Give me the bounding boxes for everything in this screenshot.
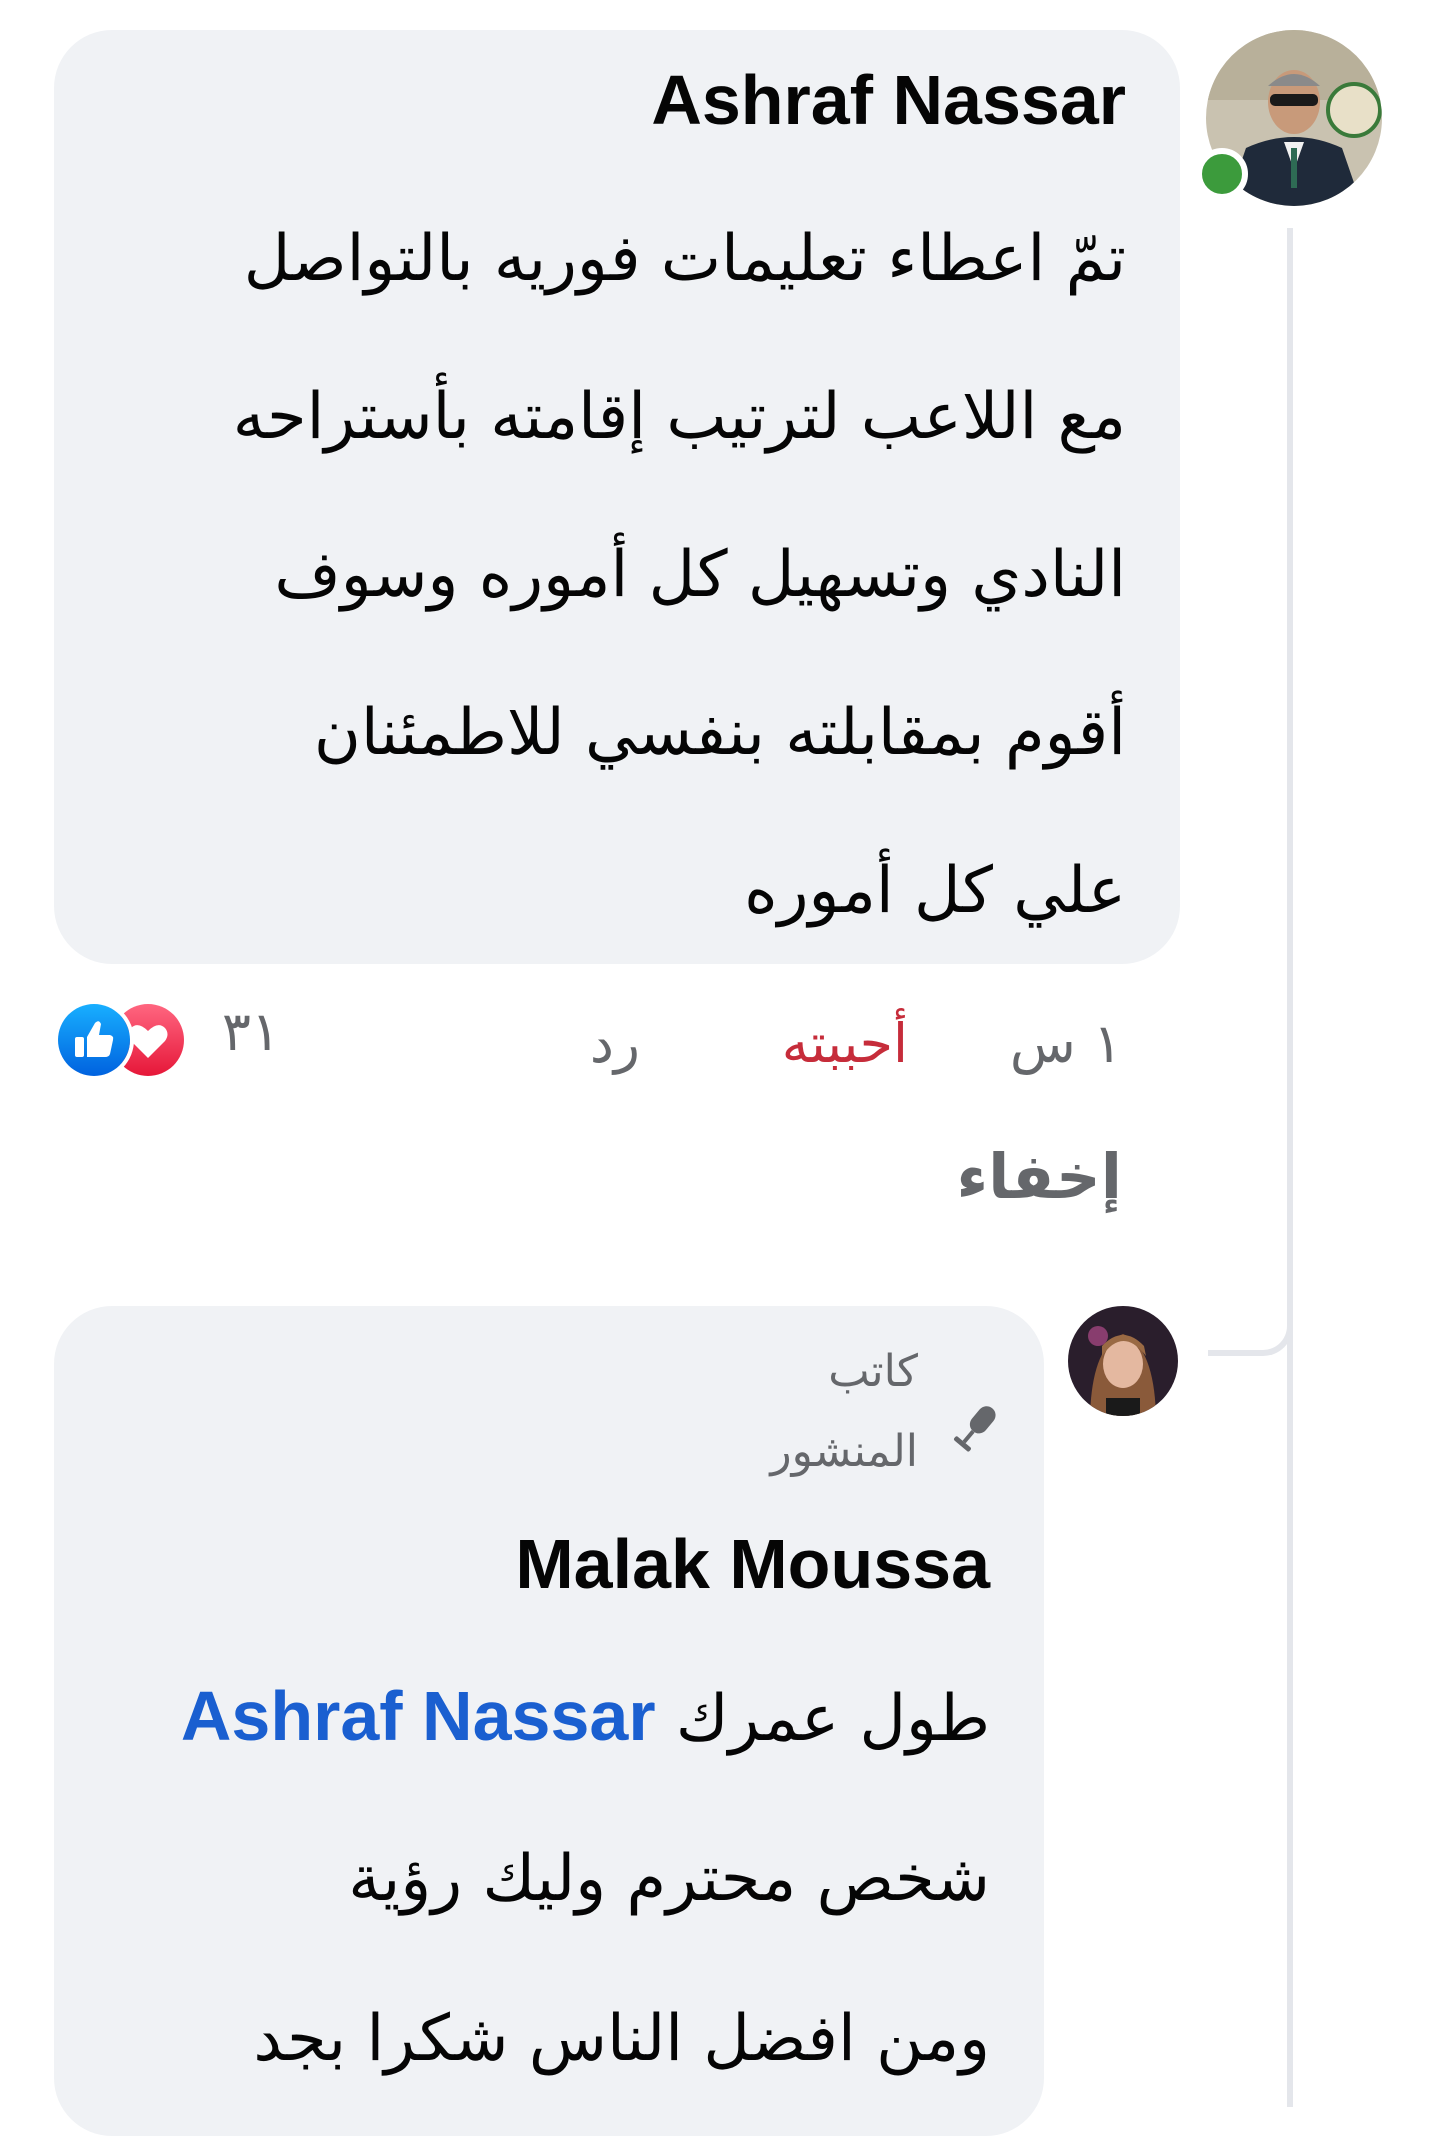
comment-timestamp[interactable]: ١ س <box>1010 1012 1122 1075</box>
reply-line: شخص محترم وليك رؤية <box>348 1842 990 1916</box>
comment-line: أقوم بمقابلته بنفسي للاطمئنان <box>313 696 1126 770</box>
badge-label-line1: كاتب <box>828 1346 918 1397</box>
comment-text: تمّ اعطاء تعليمات فوريه بالتواصل مع اللا… <box>96 180 1126 970</box>
comment-line: تمّ اعطاء تعليمات فوريه بالتواصل <box>243 222 1126 296</box>
comment-actions: ١ س أحببته رد <box>0 1012 1440 1092</box>
author-badge: كاتب المنشور <box>718 1346 996 1496</box>
like-action[interactable]: أحببته <box>782 1012 908 1075</box>
microphone-icon <box>950 1400 1000 1458</box>
reaction-count: ٣١ <box>222 1000 281 1063</box>
like-icon <box>54 1000 134 1080</box>
badge-label-line2: المنشور <box>770 1426 918 1477</box>
comment-line: علي كل أموره <box>744 854 1126 928</box>
reply-connector-line <box>1208 1244 1293 1356</box>
reply-line: طول عمرك Ashraf Nassar <box>110 1636 990 1799</box>
reply-line-text: طول عمرك <box>675 1682 990 1756</box>
hide-replies-button[interactable]: إخفاء <box>956 1140 1122 1213</box>
reply-author-name[interactable]: Malak Moussa <box>515 1524 990 1604</box>
online-status-indicator <box>1196 148 1248 200</box>
reply-line: ومن افضل الناس شكرا بجد <box>253 2002 990 2076</box>
comment-bubble: Ashraf Nassar تمّ اعطاء تعليمات فوريه با… <box>54 30 1180 964</box>
malak-moussa-avatar[interactable] <box>1068 1306 1178 1416</box>
reply-thread-line <box>1287 228 1293 2107</box>
reply-action[interactable]: رد <box>590 1012 640 1075</box>
reply-bubble: كاتب المنشور Malak Moussa طول عمرك Ashra… <box>54 1306 1044 2136</box>
reply-text: طول عمرك Ashraf Nassar شخص محترم وليك رؤ… <box>110 1636 990 2119</box>
comment-line: النادي وتسهيل كل أموره وسوف <box>274 538 1126 612</box>
comment-line: مع اللاعب لترتيب إقامته بأستراحه <box>232 380 1126 454</box>
mention-link[interactable]: Ashraf Nassar <box>181 1677 656 1755</box>
comment-author-name[interactable]: Ashraf Nassar <box>651 60 1126 140</box>
